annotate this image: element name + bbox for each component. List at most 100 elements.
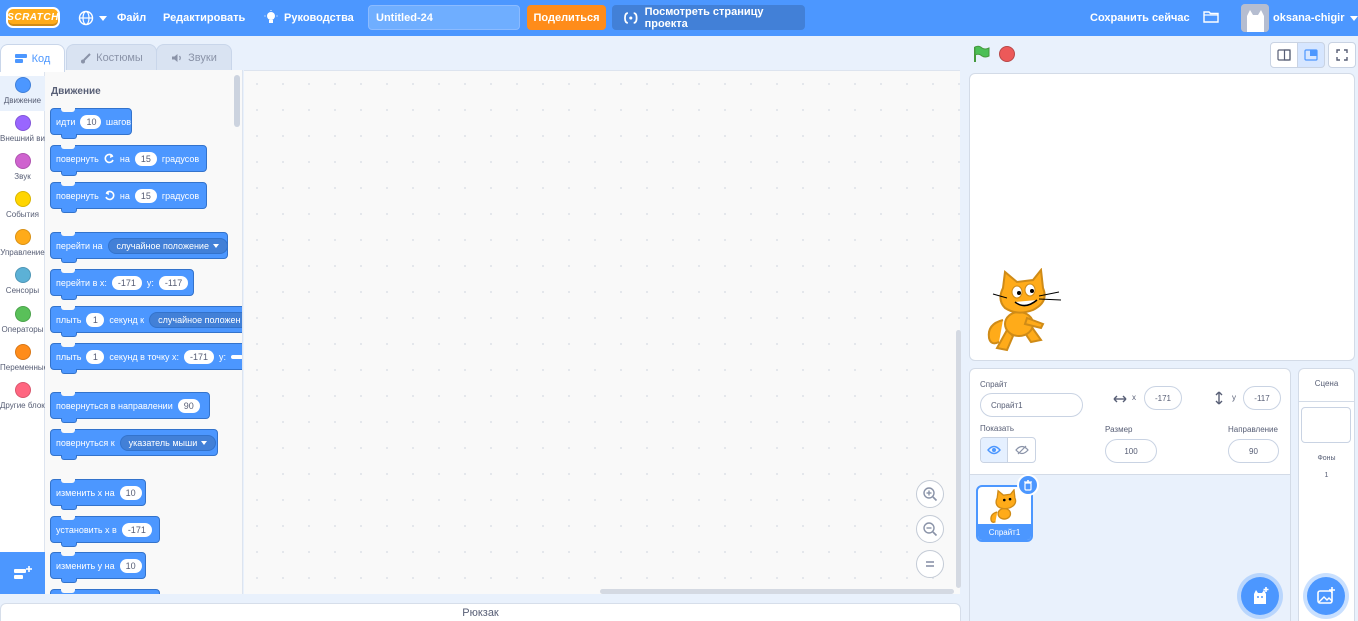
delete-sprite-button[interactable] bbox=[1017, 474, 1039, 496]
block-point-direction[interactable]: повернуться в направлении 90 bbox=[50, 392, 210, 423]
speaker-icon bbox=[172, 54, 181, 62]
block-change-x[interactable]: изменить х на 10 bbox=[50, 479, 146, 510]
image-plus-icon bbox=[1317, 587, 1335, 604]
category-dot bbox=[14, 191, 31, 207]
add-extension-button[interactable] bbox=[0, 552, 45, 594]
block-point-towards[interactable]: повернуться к указатель мыши bbox=[50, 429, 218, 460]
green-flag-icon[interactable] bbox=[972, 45, 990, 63]
edit-menu[interactable]: Редактировать bbox=[163, 0, 245, 36]
stage-selector-title: Сцена bbox=[1314, 379, 1339, 388]
language-menu[interactable] bbox=[78, 0, 107, 36]
block-input[interactable]: 10 bbox=[119, 558, 142, 573]
block-text: перейти на bbox=[56, 240, 103, 251]
choose-sprite-button[interactable] bbox=[1241, 577, 1279, 615]
username-label: oksana-chigir bbox=[1273, 12, 1345, 24]
block-input[interactable]: -171 bbox=[184, 349, 215, 364]
block-dropdown[interactable]: случайное положение bbox=[107, 237, 228, 254]
x-input[interactable]: -171 bbox=[1144, 386, 1182, 410]
block-input[interactable]: 10 bbox=[119, 485, 142, 500]
rotate-right-icon bbox=[104, 153, 114, 164]
lightbulb-icon bbox=[264, 10, 278, 23]
block-dropdown[interactable]: указатель мыши bbox=[119, 434, 217, 451]
category-sound[interactable]: Звук bbox=[0, 153, 45, 181]
hide-sprite-button[interactable] bbox=[1008, 438, 1035, 462]
script-area[interactable] bbox=[244, 70, 960, 594]
block-move-steps[interactable]: идти 10 шагов bbox=[50, 108, 132, 139]
block-glide-xy[interactable]: плыть 1 секунд в точку x: -171 y: bbox=[50, 343, 242, 374]
stage-thumbnail[interactable] bbox=[1301, 407, 1351, 443]
block-go-to-xy[interactable]: перейти в x: -171 y: -117 bbox=[50, 269, 194, 300]
block-input[interactable]: -171 bbox=[111, 275, 142, 290]
palette-scrollbar[interactable] bbox=[234, 75, 240, 127]
category-menu: Движение Внешний вид Звук События Управл… bbox=[0, 70, 45, 594]
block-input[interactable]: 1 bbox=[86, 312, 105, 327]
block-turn-right[interactable]: повернуть на 15 градусов bbox=[50, 145, 207, 176]
tutorials-menu[interactable]: Руководства bbox=[264, 0, 354, 36]
block-input[interactable]: 15 bbox=[134, 188, 157, 203]
block-input[interactable]: 15 bbox=[134, 151, 157, 166]
category-sensing[interactable]: Сенсоры bbox=[0, 267, 45, 295]
block-glide[interactable]: плыть 1 секунд к случайное положен bbox=[50, 306, 242, 337]
chevron-down-icon bbox=[99, 15, 107, 21]
save-now-button[interactable]: Сохранить сейчас bbox=[1090, 0, 1190, 36]
category-dot bbox=[14, 153, 31, 169]
sprite-info: Спрайт Спрайт1 x -171 y -117 Показать Ра… bbox=[970, 369, 1290, 475]
tab-sounds-label: Звуки bbox=[188, 52, 217, 64]
normal-stage-icon bbox=[1304, 49, 1318, 61]
y-input[interactable]: -117 bbox=[1243, 386, 1281, 410]
block-text: изменить у на bbox=[56, 560, 115, 571]
file-menu[interactable]: Файл bbox=[117, 0, 146, 36]
block-input[interactable]: 90 bbox=[177, 398, 200, 413]
zoom-in-button[interactable] bbox=[916, 480, 944, 508]
tab-costumes[interactable]: Костюмы bbox=[66, 44, 157, 71]
choose-backdrop-button[interactable] bbox=[1307, 577, 1345, 615]
block-text: идти bbox=[56, 116, 76, 127]
project-title-input[interactable]: Untitled-24 bbox=[368, 5, 520, 30]
avatar[interactable] bbox=[1241, 4, 1269, 32]
block-change-y[interactable]: изменить у на 10 bbox=[50, 552, 146, 583]
account-menu[interactable]: oksana-chigir bbox=[1273, 0, 1358, 36]
block-input[interactable]: -117 bbox=[158, 275, 189, 290]
see-project-page-button[interactable]: Посмотреть страницу проекта bbox=[612, 5, 805, 30]
category-motion[interactable]: Движение bbox=[0, 76, 45, 111]
category-control[interactable]: Управление bbox=[0, 229, 45, 257]
sprite-tile-label: Спрайт1 bbox=[978, 524, 1031, 540]
block-go-to[interactable]: перейти на случайное положение bbox=[50, 232, 228, 263]
small-stage-button[interactable] bbox=[1270, 42, 1298, 68]
zoom-reset-button[interactable] bbox=[916, 550, 944, 578]
scratch-logo[interactable]: SCRATCH bbox=[6, 7, 60, 28]
sprite-name-input[interactable]: Спрайт1 bbox=[980, 393, 1083, 417]
cat-sprite[interactable] bbox=[983, 268, 1065, 354]
category-label: События bbox=[5, 210, 40, 219]
block-input[interactable]: -171 bbox=[121, 522, 152, 537]
block-input[interactable]: 1 bbox=[86, 349, 105, 364]
x-label: x bbox=[1132, 393, 1136, 402]
category-label: Операторы bbox=[1, 325, 44, 334]
stop-button[interactable] bbox=[999, 46, 1015, 62]
direction-input[interactable]: 90 bbox=[1228, 439, 1279, 463]
category-events[interactable]: События bbox=[0, 191, 45, 219]
share-button[interactable]: Поделиться bbox=[527, 5, 606, 30]
block-set-x[interactable]: установить х в -171 bbox=[50, 516, 160, 547]
block-turn-left[interactable]: повернуть на 15 градусов bbox=[50, 182, 207, 213]
script-area-scrollbar-vertical[interactable] bbox=[956, 330, 961, 588]
block-input[interactable]: 10 bbox=[80, 114, 101, 129]
block-dropdown[interactable]: случайное положен bbox=[149, 311, 242, 328]
zoom-in-icon bbox=[923, 487, 938, 502]
block-input[interactable] bbox=[231, 354, 242, 359]
block-set-y[interactable] bbox=[50, 589, 160, 594]
size-input[interactable]: 100 bbox=[1105, 439, 1157, 463]
category-looks[interactable]: Внешний вид bbox=[0, 115, 45, 143]
tab-code[interactable]: Код bbox=[0, 44, 65, 72]
script-area-scrollbar-horizontal[interactable] bbox=[600, 589, 954, 594]
normal-stage-button[interactable] bbox=[1297, 42, 1325, 68]
fullscreen-button[interactable] bbox=[1328, 42, 1356, 68]
backpack[interactable]: Рюкзак bbox=[0, 603, 961, 621]
zoom-out-button[interactable] bbox=[916, 515, 944, 543]
folder-icon[interactable] bbox=[1203, 10, 1219, 23]
show-sprite-button[interactable] bbox=[981, 438, 1009, 462]
category-my-blocks[interactable]: Другие блоки bbox=[0, 382, 45, 410]
category-variables[interactable]: Переменные bbox=[0, 344, 45, 372]
tab-sounds[interactable]: Звуки bbox=[156, 44, 232, 71]
category-operators[interactable]: Операторы bbox=[0, 306, 45, 334]
